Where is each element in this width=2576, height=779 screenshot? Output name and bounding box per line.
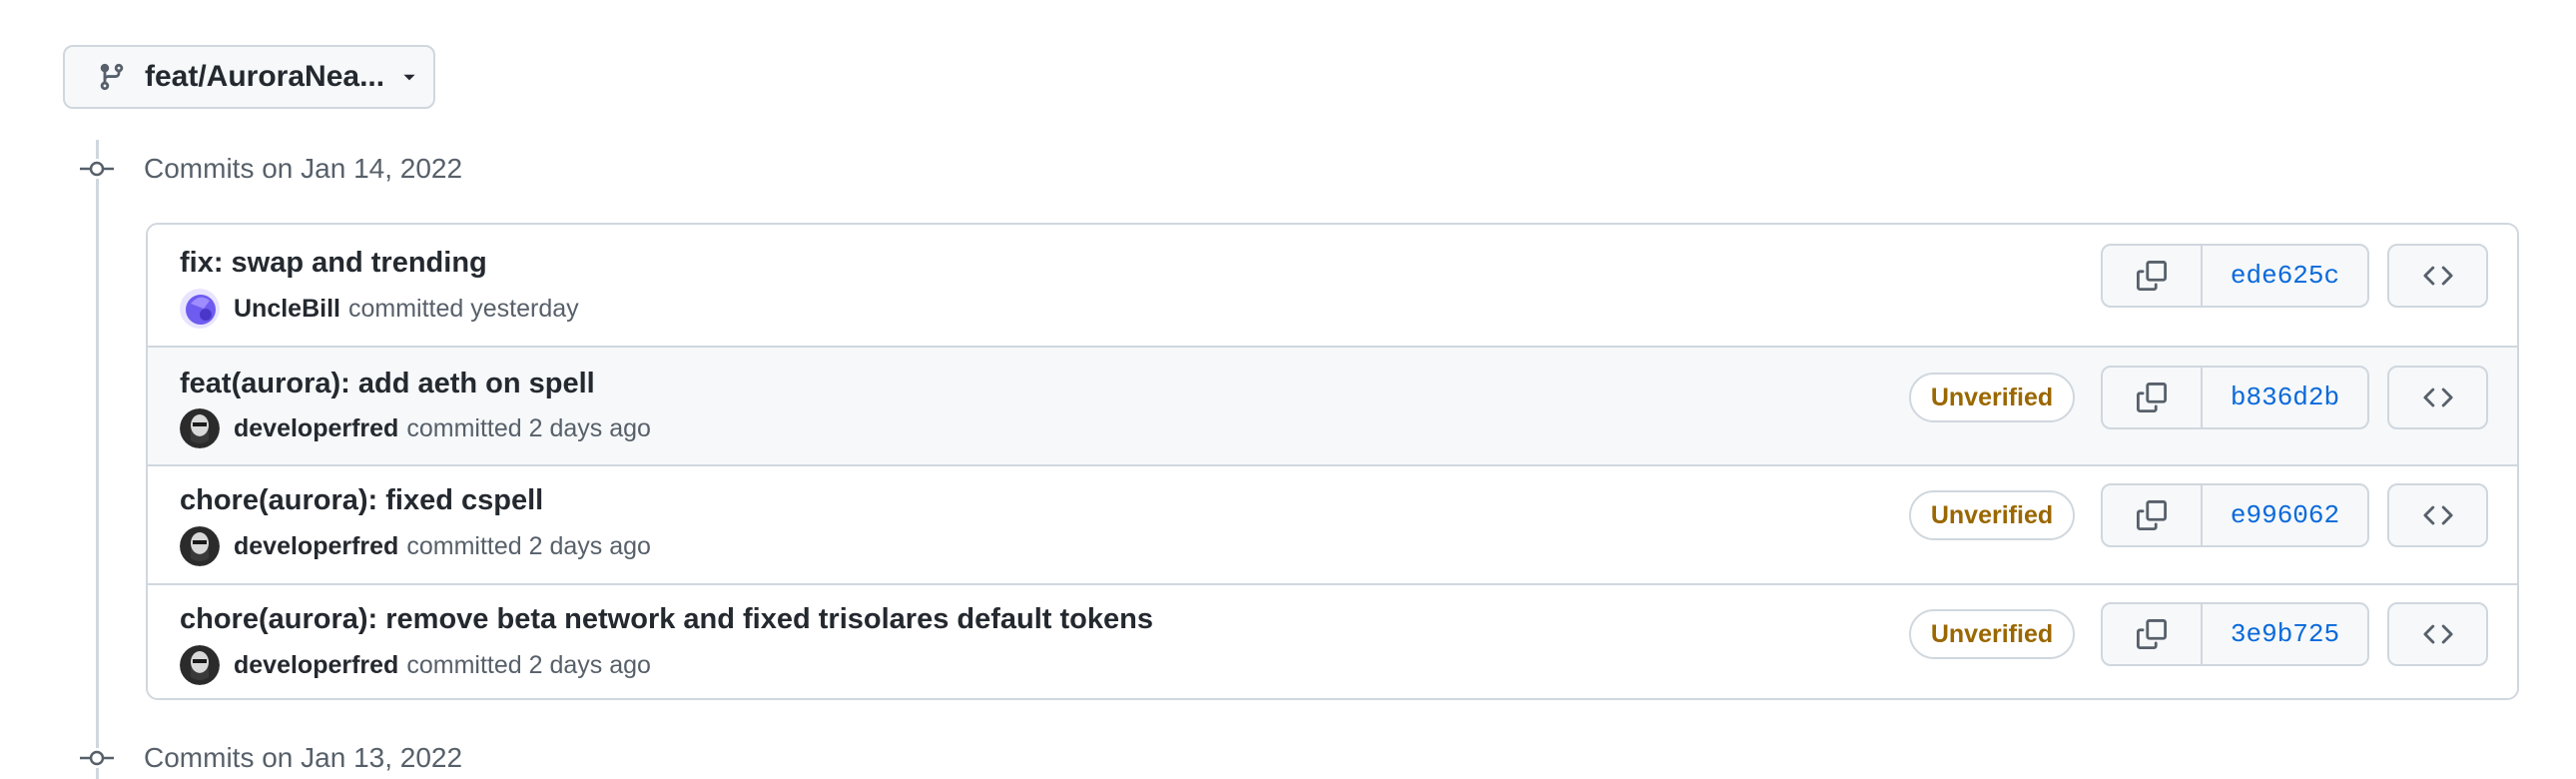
git-commit-icon xyxy=(80,748,114,768)
branch-selector-button[interactable]: feat/AuroraNea... xyxy=(63,45,435,109)
avatar[interactable] xyxy=(180,408,220,448)
branch-name: feat/AuroraNea... xyxy=(145,60,385,93)
commit-sha-link[interactable]: 3e9b725 xyxy=(2203,604,2367,664)
commit-row: chore(aurora): remove beta network and f… xyxy=(148,583,2517,698)
commit-title-link[interactable]: chore(aurora): remove beta network and f… xyxy=(180,603,1153,636)
caret-down-icon xyxy=(400,68,418,86)
commit-sha-link[interactable]: e996062 xyxy=(2203,485,2367,545)
commit-sha-link[interactable]: ede625c xyxy=(2203,246,2367,306)
commit-group-date: Commits on Jan 13, 2022 xyxy=(144,742,463,773)
commit-time: committed 2 days ago xyxy=(406,531,651,560)
commit-time: committed 2 days ago xyxy=(406,413,651,442)
commit-author-link[interactable]: developerfred xyxy=(234,651,398,680)
commit-time: committed 2 days ago xyxy=(406,650,651,679)
timeline-line xyxy=(96,140,99,779)
commit-meta: developerfred committed 2 days ago xyxy=(180,526,651,566)
commit-title-link[interactable]: fix: swap and trending xyxy=(180,247,487,280)
commit-row: feat(aurora): add aeth on spell develope… xyxy=(148,346,2517,464)
avatar[interactable] xyxy=(180,526,220,566)
copy-sha-button[interactable] xyxy=(2103,604,2203,664)
avatar[interactable] xyxy=(180,289,220,329)
code-icon xyxy=(2422,388,2453,407)
unverified-badge[interactable]: Unverified xyxy=(1909,609,2075,659)
copy-icon xyxy=(2137,261,2167,291)
avatar[interactable] xyxy=(180,645,220,685)
copy-icon xyxy=(2137,383,2167,412)
unverified-badge[interactable]: Unverified xyxy=(1909,490,2075,540)
commit-author-link[interactable]: UncleBill xyxy=(234,295,340,324)
commit-meta: developerfred committed 2 days ago xyxy=(180,645,651,685)
code-icon xyxy=(2422,266,2453,286)
commit-row: fix: swap and trending UncleBill committ… xyxy=(148,225,2517,346)
commit-group-header: Commits on Jan 14, 2022 xyxy=(80,153,462,185)
sha-button-group: ede625c xyxy=(2101,244,2369,308)
sha-button-group: e996062 xyxy=(2101,483,2369,547)
sha-button-group: b836d2b xyxy=(2101,366,2369,429)
unverified-badge[interactable]: Unverified xyxy=(1909,373,2075,422)
commit-group-header: Commits on Jan 13, 2022 xyxy=(80,742,462,774)
browse-repo-button[interactable] xyxy=(2387,244,2488,308)
copy-icon xyxy=(2137,619,2167,649)
copy-sha-button[interactable] xyxy=(2103,246,2203,306)
sha-button-group: 3e9b725 xyxy=(2101,602,2369,666)
commit-row: chore(aurora): fixed cspell developerfre… xyxy=(148,464,2517,583)
browse-repo-button[interactable] xyxy=(2387,602,2488,666)
copy-sha-button[interactable] xyxy=(2103,485,2203,545)
browse-repo-button[interactable] xyxy=(2387,366,2488,429)
code-icon xyxy=(2422,505,2453,525)
commit-group-date: Commits on Jan 14, 2022 xyxy=(144,153,463,184)
commit-meta: UncleBill committed yesterday xyxy=(180,289,579,329)
commit-author-link[interactable]: developerfred xyxy=(234,532,398,561)
git-branch-icon xyxy=(97,62,127,92)
commit-title-link[interactable]: feat(aurora): add aeth on spell xyxy=(180,368,595,400)
code-icon xyxy=(2422,624,2453,644)
copy-sha-button[interactable] xyxy=(2103,368,2203,427)
browse-repo-button[interactable] xyxy=(2387,483,2488,547)
commit-time: committed yesterday xyxy=(347,294,579,323)
commit-author-link[interactable]: developerfred xyxy=(234,414,398,443)
commit-list: fix: swap and trending UncleBill committ… xyxy=(146,223,2519,700)
git-commit-icon xyxy=(80,159,114,179)
copy-icon xyxy=(2137,500,2167,530)
commit-sha-link[interactable]: b836d2b xyxy=(2203,368,2367,427)
commit-meta: developerfred committed 2 days ago xyxy=(180,408,651,448)
commit-title-link[interactable]: chore(aurora): fixed cspell xyxy=(180,484,543,517)
